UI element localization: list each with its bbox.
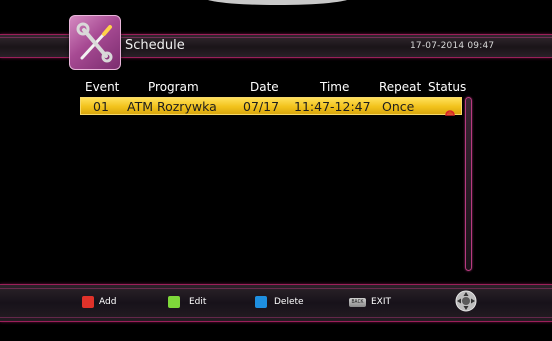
- column-header-date: Date: [250, 80, 279, 94]
- delete-button[interactable]: Delete: [274, 297, 304, 307]
- cell-time: 11:47-12:47: [294, 99, 371, 114]
- blue-key-icon: [255, 296, 267, 308]
- list-scrollbar[interactable]: [465, 97, 472, 271]
- cell-repeat: Once: [382, 99, 415, 114]
- cell-program: ATM Rozrywka: [127, 99, 217, 114]
- record-icon: [445, 101, 455, 116]
- top-decoration: [205, 0, 350, 7]
- add-button[interactable]: Add: [99, 297, 116, 307]
- green-key-icon: [168, 296, 180, 308]
- page-title: Schedule: [125, 38, 185, 53]
- dpad-icon: [455, 290, 477, 312]
- column-header-repeat: Repeat: [379, 80, 422, 94]
- column-header-program: Program: [148, 80, 199, 94]
- cell-date: 07/17: [243, 99, 280, 114]
- cell-event: 01: [93, 99, 109, 114]
- exit-button[interactable]: EXIT: [371, 297, 391, 307]
- column-header-event: Event: [85, 80, 120, 94]
- tools-icon: [69, 15, 121, 70]
- red-key-icon: [82, 296, 94, 308]
- back-key-icon: BACK: [349, 298, 366, 307]
- column-header-status: Status: [428, 80, 467, 94]
- edit-button[interactable]: Edit: [189, 297, 206, 307]
- clock-datetime: 17-07-2014 09:47: [410, 41, 495, 51]
- column-header-time: Time: [320, 80, 350, 94]
